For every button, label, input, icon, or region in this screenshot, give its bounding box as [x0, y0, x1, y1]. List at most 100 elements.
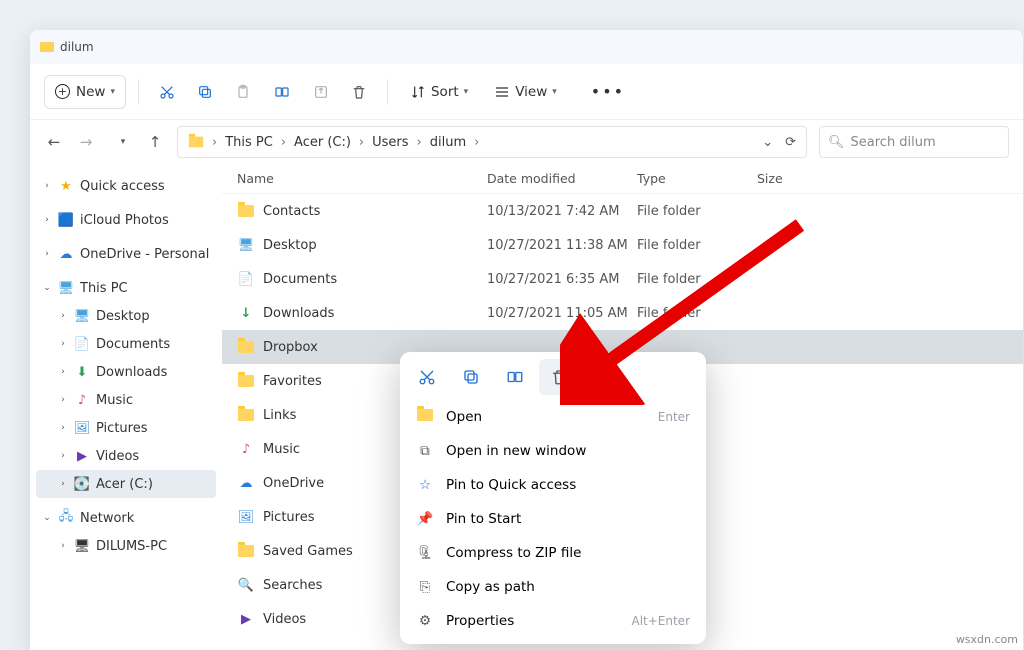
search-input[interactable]: 🔍︎ Search dilum: [819, 126, 1009, 158]
row-icon: ↓: [237, 304, 255, 322]
folder-icon: [416, 409, 434, 425]
row-icon: 🖼: [237, 508, 255, 526]
drive-icon: 💽: [74, 477, 90, 491]
chevron-down-icon: ▾: [552, 87, 557, 97]
sidebar-onedrive[interactable]: ›☁OneDrive - Personal: [36, 240, 216, 268]
refresh-icon[interactable]: ⟳: [785, 135, 796, 150]
ctx-pin-start[interactable]: 📌Pin to Start: [406, 502, 700, 536]
properties-icon: ⚙: [416, 613, 434, 629]
col-date[interactable]: Date modified: [487, 171, 637, 186]
row-icon: [237, 542, 255, 560]
desktop-icon: 🖥: [74, 309, 90, 323]
open-window-icon: ⧉: [416, 443, 434, 459]
sidebar-icloud[interactable]: ›🟦iCloud Photos: [36, 206, 216, 234]
titlebar-folder-icon: [40, 42, 54, 52]
bc-acer[interactable]: Acer (C:): [294, 135, 351, 150]
delete-button[interactable]: [343, 75, 375, 109]
zip-icon: 🗜: [416, 545, 434, 561]
row-name: Desktop: [263, 238, 317, 253]
chevron-down-icon: ▾: [110, 87, 115, 97]
sidebar-acer[interactable]: ›💽Acer (C:): [36, 470, 216, 498]
ctx-delete-icon[interactable]: [539, 359, 579, 395]
ctx-copy-icon[interactable]: [451, 359, 491, 395]
cloud-icon: ☁: [58, 247, 74, 261]
file-row[interactable]: 🖥Desktop10/27/2021 11:38 AMFile folder: [222, 228, 1023, 262]
sort-label: Sort: [431, 84, 459, 100]
row-name: Downloads: [263, 306, 334, 321]
ctx-properties[interactable]: ⚙PropertiesAlt+Enter: [406, 604, 700, 638]
ctx-open[interactable]: OpenEnter: [406, 400, 700, 434]
bc-dilum[interactable]: dilum: [430, 135, 466, 150]
chevron-down-icon: ▾: [464, 87, 469, 97]
star-icon: ☆: [416, 477, 434, 493]
col-type[interactable]: Type: [637, 171, 757, 186]
file-row[interactable]: 📄 Documents 10/27/2021 6:35 AMFile folder: [222, 262, 1023, 296]
row-type: File folder: [637, 272, 757, 287]
paste-button[interactable]: [227, 75, 259, 109]
watermark: wsxdn.com: [956, 633, 1018, 646]
column-headers[interactable]: Name Date modified Type Size: [222, 164, 1023, 194]
col-name[interactable]: Name: [222, 171, 487, 186]
sidebar-desktop[interactable]: ›🖥Desktop: [36, 302, 216, 330]
row-name: Contacts: [263, 204, 320, 219]
network-icon: 🖧: [58, 511, 74, 525]
search-icon: 🔍︎: [828, 135, 845, 150]
forward-button[interactable]: →: [76, 133, 96, 151]
sidebar-pictures[interactable]: ›🖼Pictures: [36, 414, 216, 442]
sidebar-network[interactable]: ⌄🖧Network: [36, 504, 216, 532]
ctx-copy-path[interactable]: ⎘Copy as path: [406, 570, 700, 604]
row-name: Favorites: [263, 374, 322, 389]
new-button[interactable]: + New ▾: [44, 75, 126, 109]
row-icon: ▶: [237, 610, 255, 628]
icloud-icon: 🟦: [58, 213, 74, 227]
sidebar-downloads[interactable]: ›⬇Downloads: [36, 358, 216, 386]
row-icon: [237, 202, 255, 220]
titlebar[interactable]: dilum: [30, 30, 1023, 64]
row-name: Pictures: [263, 510, 314, 525]
row-date: 10/27/2021 6:35 AM: [487, 272, 637, 287]
sidebar-music[interactable]: ›♪Music: [36, 386, 216, 414]
music-icon: ♪: [74, 393, 90, 407]
file-row[interactable]: ↓Downloads10/27/2021 11:05 AMFile folder: [222, 296, 1023, 330]
row-icon: 📄: [237, 270, 255, 288]
view-button[interactable]: View ▾: [484, 75, 567, 109]
pc-icon: 🖥: [58, 281, 74, 295]
separator: [387, 79, 388, 105]
ctx-zip[interactable]: 🗜Compress to ZIP file: [406, 536, 700, 570]
ctx-pin-quick[interactable]: ☆Pin to Quick access: [406, 468, 700, 502]
view-label: View: [515, 84, 547, 100]
sort-button[interactable]: Sort ▾: [400, 75, 478, 109]
bc-expand-icon[interactable]: ⌄: [762, 135, 773, 150]
row-type: File folder: [637, 238, 757, 253]
document-icon: 📄: [74, 337, 90, 351]
back-button[interactable]: ←: [44, 133, 64, 151]
window-title: dilum: [60, 40, 94, 54]
row-name: Documents: [263, 272, 337, 287]
ctx-new-window[interactable]: ⧉Open in new window: [406, 434, 700, 468]
breadcrumb[interactable]: This PC Acer (C:) Users dilum ⌄ ⟳: [177, 126, 807, 158]
file-row[interactable]: Contacts10/13/2021 7:42 AMFile folder: [222, 194, 1023, 228]
share-button[interactable]: [305, 75, 337, 109]
copy-button[interactable]: [189, 75, 221, 109]
bc-users[interactable]: Users: [372, 135, 408, 150]
sidebar-videos[interactable]: ›▶Videos: [36, 442, 216, 470]
more-button[interactable]: •••: [583, 75, 633, 109]
col-size[interactable]: Size: [757, 171, 1023, 186]
rename-button[interactable]: [265, 75, 299, 109]
ctx-cut-icon[interactable]: [407, 359, 447, 395]
sidebar-quick-access[interactable]: ›★Quick access: [36, 172, 216, 200]
row-name: OneDrive: [263, 476, 324, 491]
row-icon: 🔍: [237, 576, 255, 594]
cut-button[interactable]: [151, 75, 183, 109]
sidebar-documents[interactable]: ›📄Documents: [36, 330, 216, 358]
sidebar-thispc[interactable]: ⌄🖥This PC: [36, 274, 216, 302]
bc-thispc[interactable]: This PC: [225, 135, 273, 150]
row-name: Music: [263, 442, 300, 457]
ctx-rename-icon[interactable]: [495, 359, 535, 395]
sidebar-dilums-pc[interactable]: ›🖥DILUMS-PC: [36, 532, 216, 560]
toolbar: + New ▾ Sort ▾ View ▾ •••: [30, 64, 1023, 120]
download-icon: ⬇: [74, 365, 90, 379]
up-button[interactable]: ↑: [145, 133, 165, 151]
recent-chevron[interactable]: ▾: [113, 137, 133, 147]
row-date: 10/13/2021 7:42 AM: [487, 204, 637, 219]
